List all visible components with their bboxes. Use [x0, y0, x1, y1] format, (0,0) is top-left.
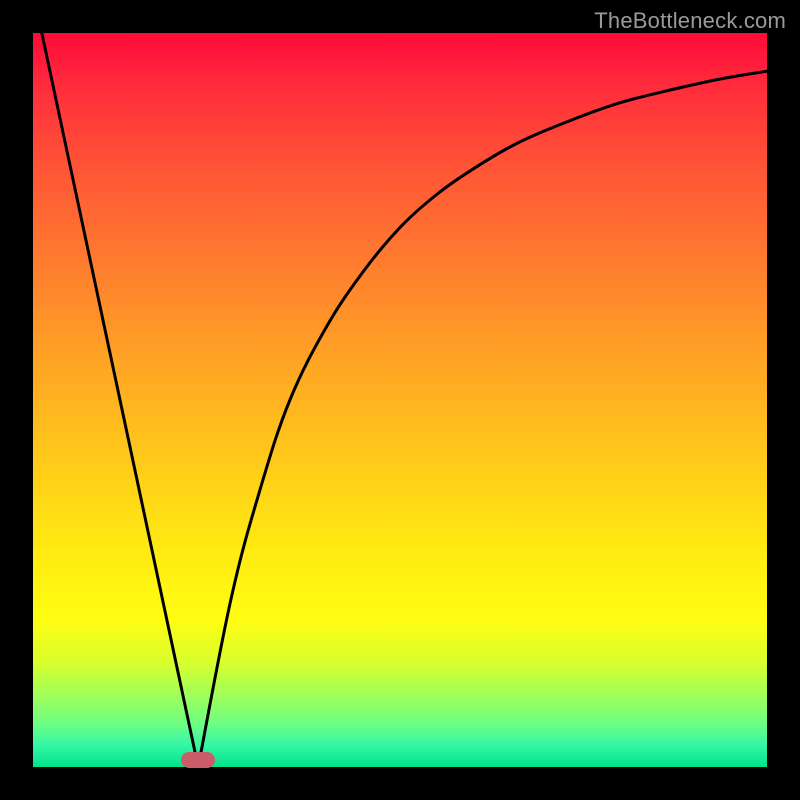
watermark-text: TheBottleneck.com [594, 8, 786, 34]
plot-area [33, 33, 767, 767]
bottleneck-curve [33, 33, 767, 767]
chart-frame: TheBottleneck.com [0, 0, 800, 800]
minimum-marker [181, 752, 215, 768]
